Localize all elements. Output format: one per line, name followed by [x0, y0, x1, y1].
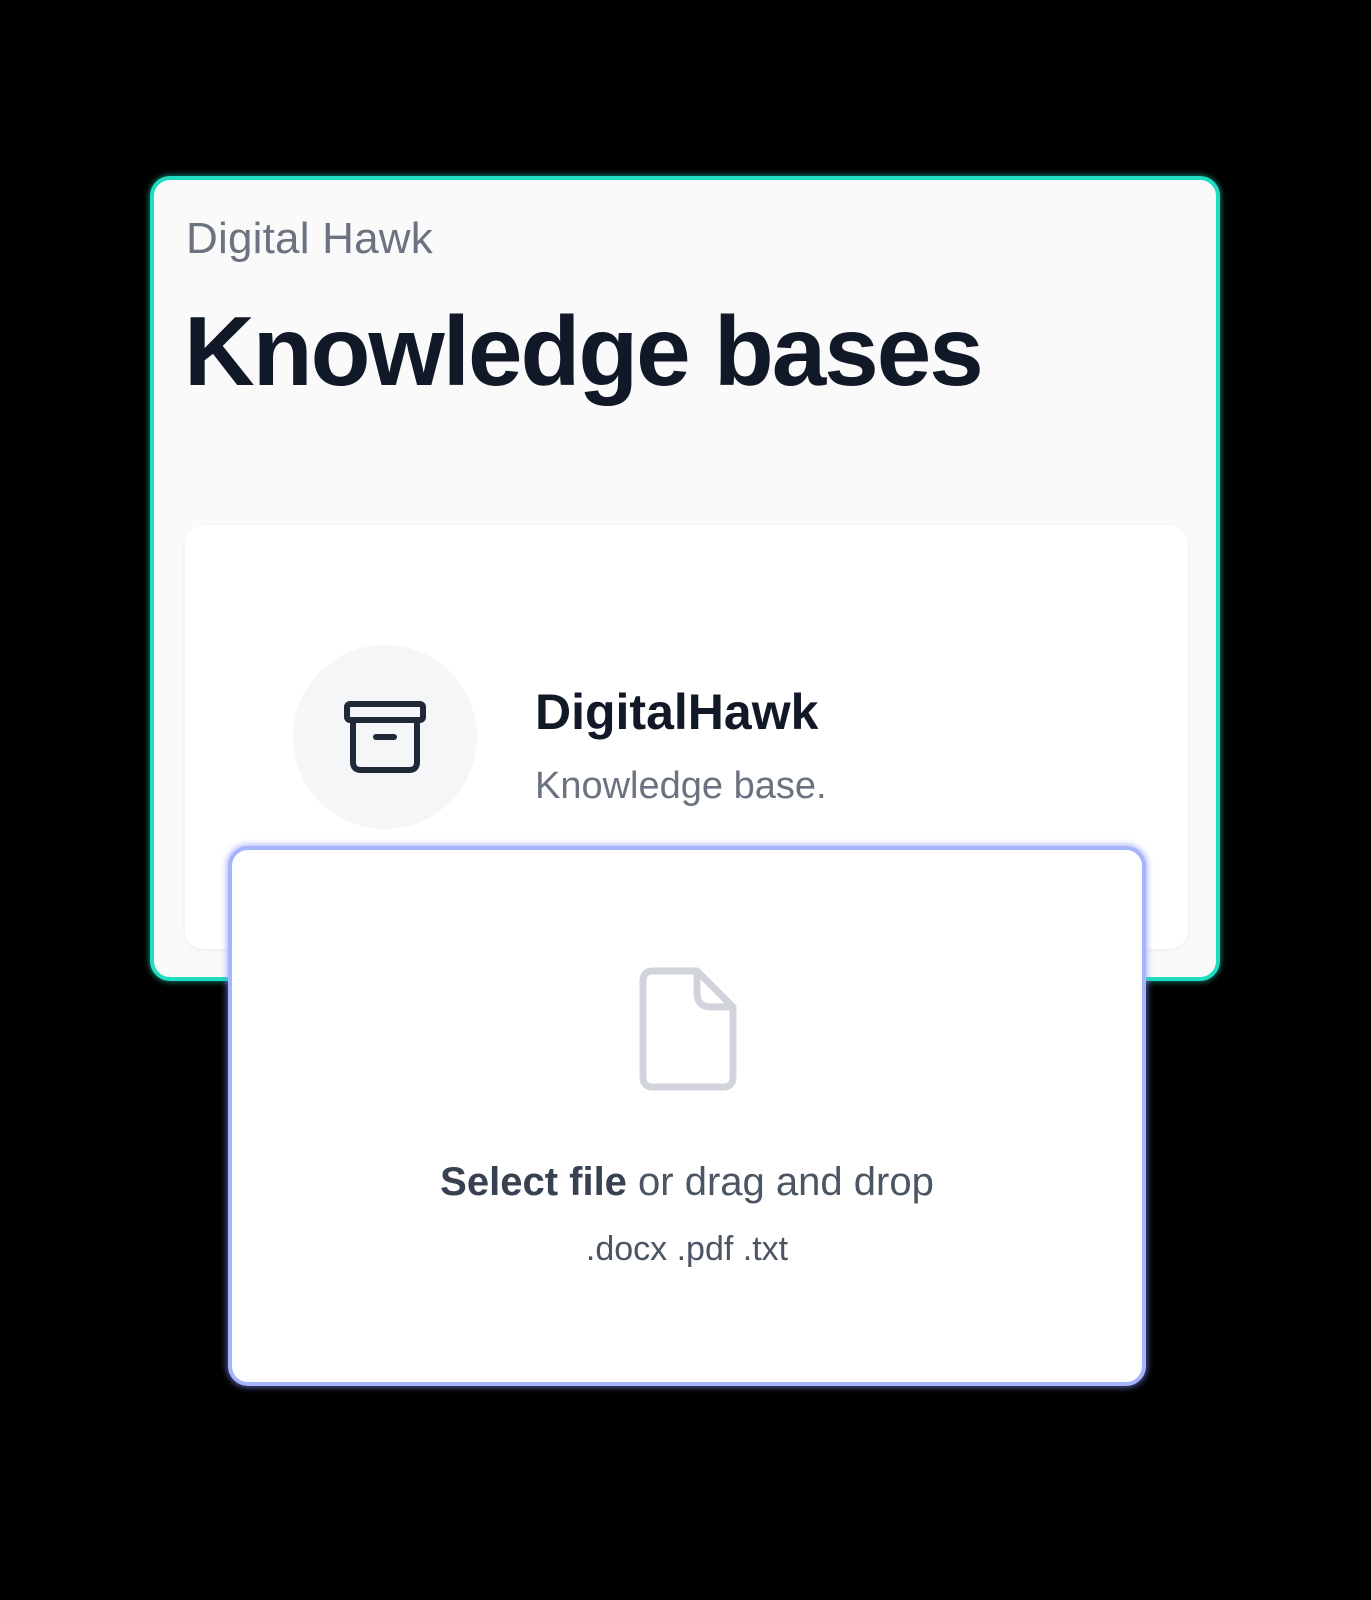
file-dropzone[interactable]: Select file or drag and drop .docx .pdf … — [228, 846, 1146, 1386]
dropzone-instruction: Select file or drag and drop — [232, 1160, 1142, 1205]
knowledge-base-name: DigitalHawk — [535, 684, 819, 740]
org-name: Digital Hawk — [186, 214, 433, 263]
select-file-link[interactable]: Select file — [440, 1160, 627, 1204]
page-title: Knowledge bases — [184, 296, 984, 406]
drag-drop-text: or drag and drop — [626, 1160, 934, 1204]
archive-box-icon — [344, 701, 426, 773]
knowledge-base-description: Knowledge base. — [535, 765, 827, 807]
knowledge-base-avatar — [293, 645, 477, 829]
stage: Digital Hawk Knowledge bases DigitalHawk… — [0, 0, 1371, 1600]
document-icon — [639, 967, 737, 1091]
accepted-file-types: .docx .pdf .txt — [585, 1230, 789, 1268]
